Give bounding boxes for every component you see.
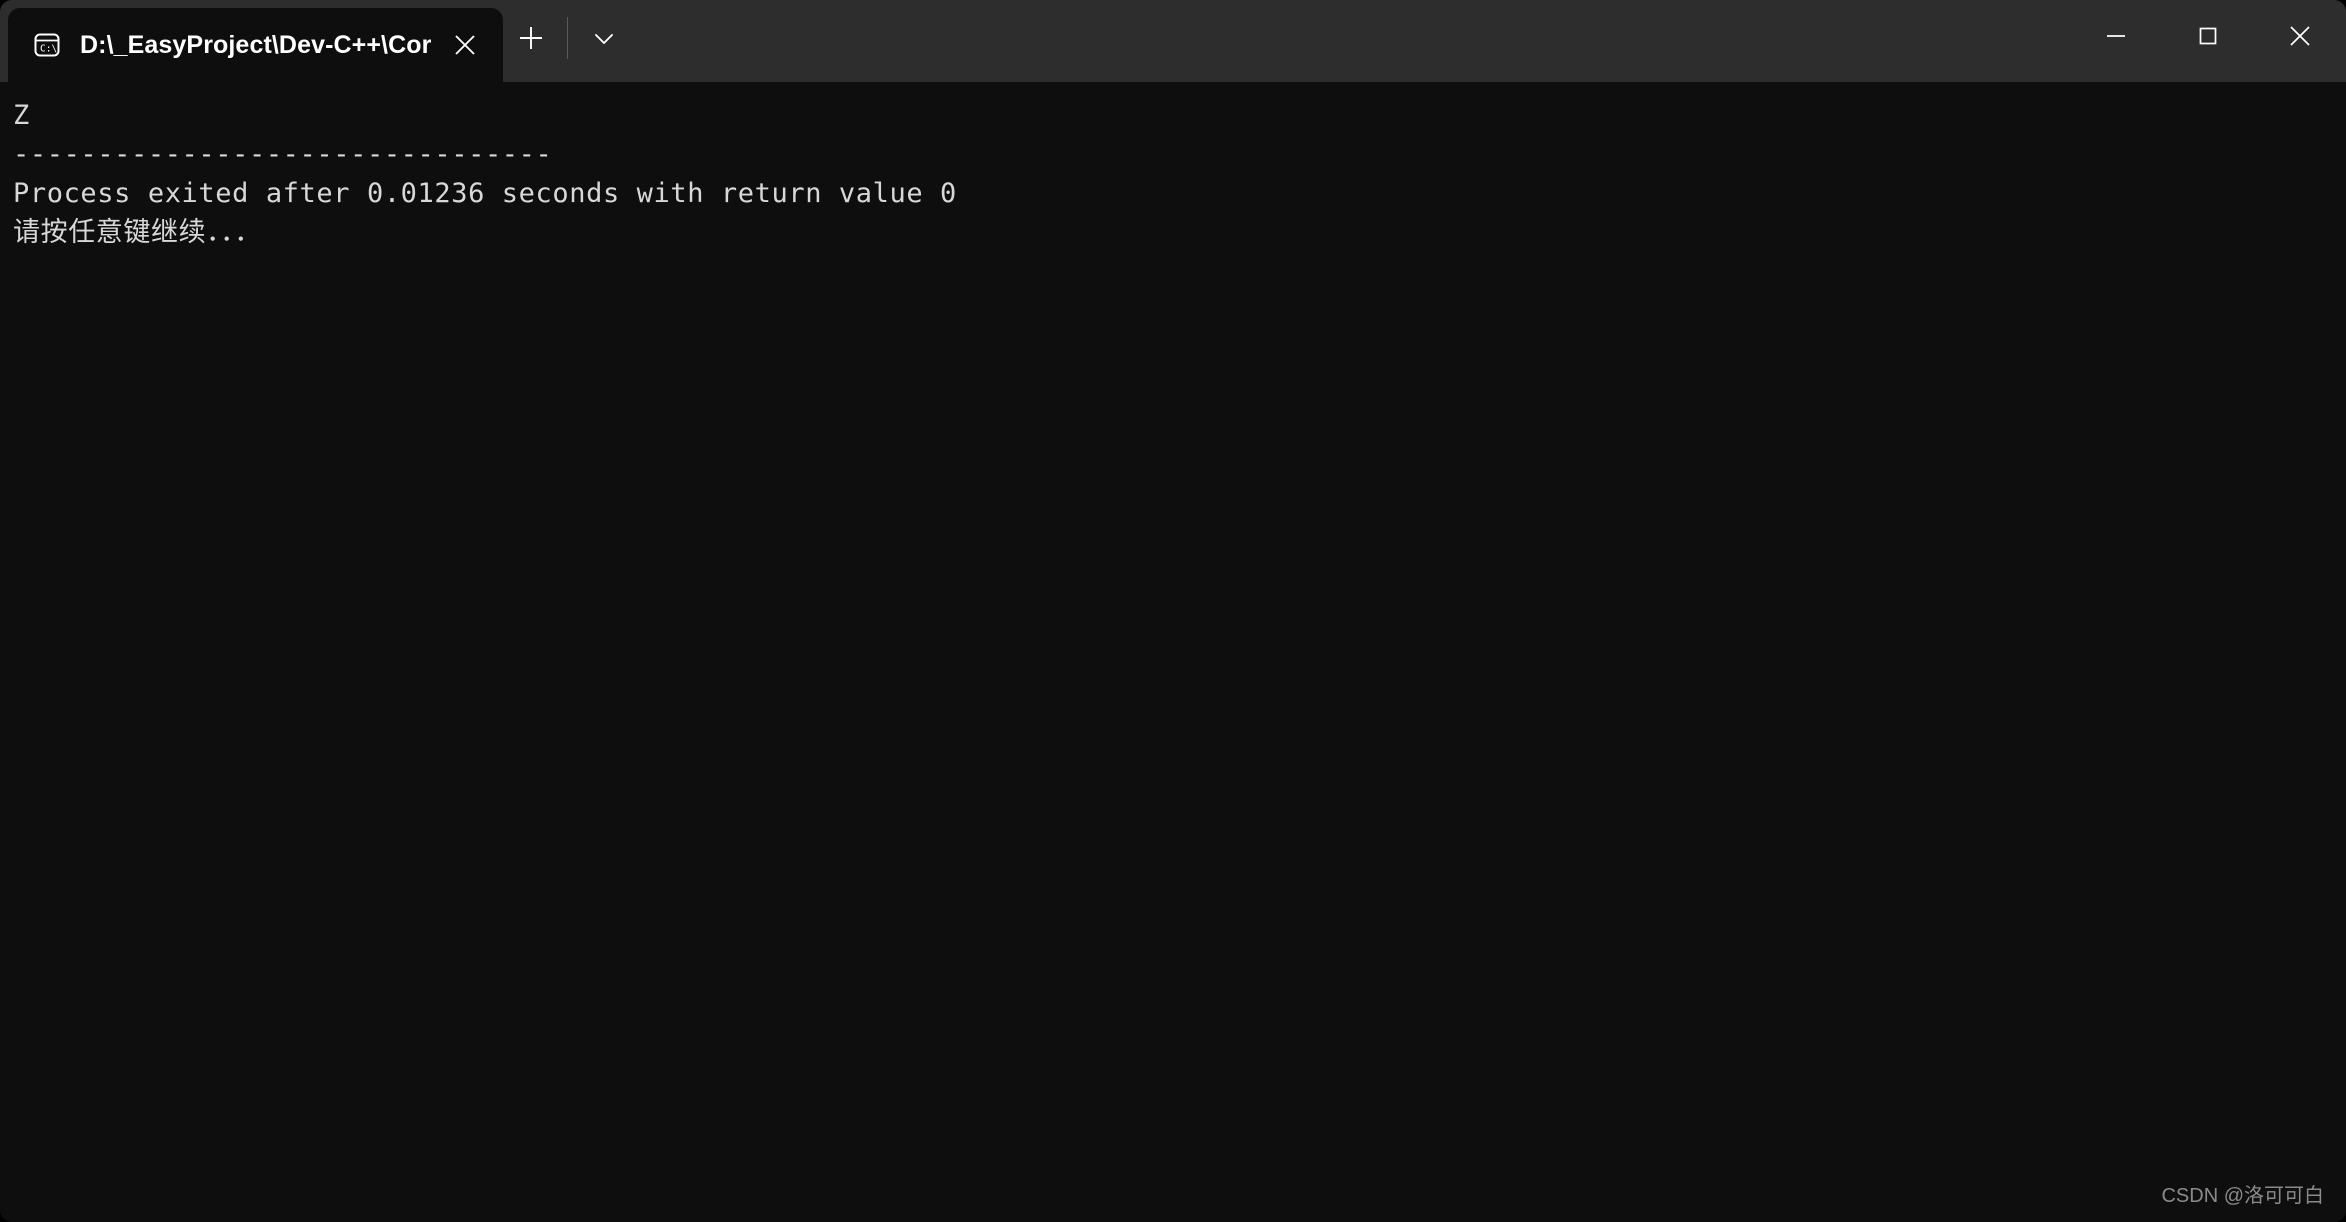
watermark: CSDN @洛可可白 <box>2161 1185 2324 1207</box>
tab-strip: C:\ D:\_EasyProject\Dev-C++\Cor <box>0 0 632 82</box>
titlebar-drag-region <box>632 0 2070 82</box>
command-prompt-icon: C:\ <box>30 28 64 62</box>
terminal-exit-message: Process exited after 0.01236 seconds wit… <box>13 178 957 209</box>
terminal-separator-line: -------------------------------- <box>13 139 553 170</box>
terminal-window: C:\ D:\_EasyProject\Dev-C++\Cor Z ------… <box>0 0 2346 1222</box>
toolbar-divider <box>567 17 569 59</box>
title-bar: C:\ D:\_EasyProject\Dev-C++\Cor <box>0 0 2346 82</box>
terminal-output-area[interactable]: Z -------------------------------- Proce… <box>0 82 2346 1222</box>
new-tab-button[interactable] <box>503 10 559 66</box>
terminal-line: Z <box>13 100 30 131</box>
tab-close-icon[interactable] <box>441 21 489 69</box>
caption-buttons <box>2070 0 2346 82</box>
svg-text:C:\: C:\ <box>40 44 57 55</box>
chevron-down-icon[interactable] <box>576 10 632 66</box>
terminal-press-any-key-message: 请按任意键继续．．． <box>13 217 262 248</box>
tab-tools <box>503 0 632 82</box>
maximize-button[interactable] <box>2162 0 2254 72</box>
tab-item-active[interactable]: C:\ D:\_EasyProject\Dev-C++\Cor <box>8 8 504 82</box>
minimize-button[interactable] <box>2070 0 2162 72</box>
tab-title: D:\_EasyProject\Dev-C++\Cor <box>80 30 432 59</box>
close-button[interactable] <box>2254 0 2346 72</box>
